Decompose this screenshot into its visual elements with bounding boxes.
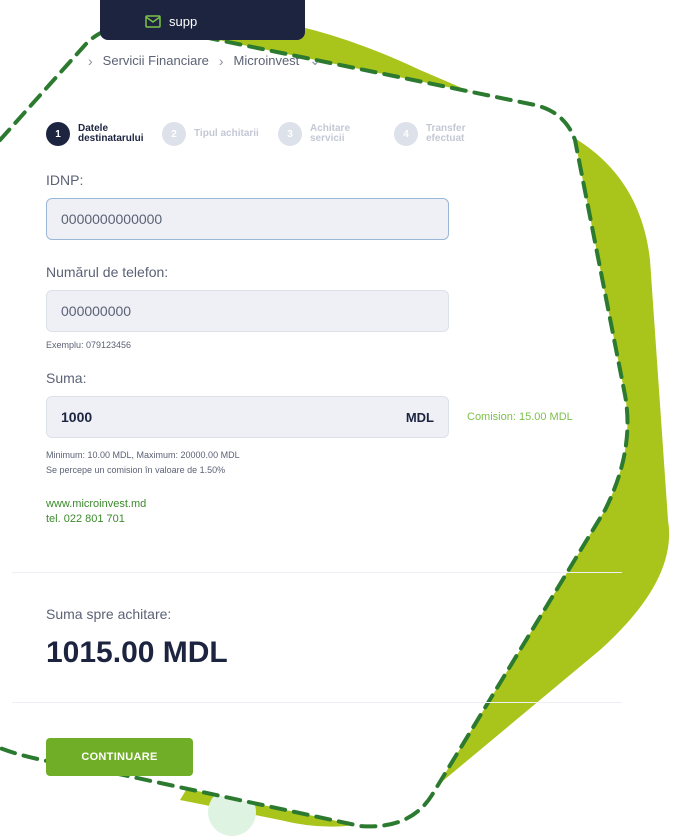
phone-value: 000000000: [61, 303, 132, 319]
step-service-payment: 3 Achitare servicii: [278, 122, 380, 146]
recipient-form: IDNP: 0000000000000 Numărul de telefon: …: [46, 172, 606, 527]
chevron-right-icon: ›: [218, 52, 224, 69]
amount-input[interactable]: 1000 MDL: [46, 396, 449, 438]
step-number: 1: [46, 122, 70, 146]
progress-steps: 1 Datele destinatarului 2 Tipul achitari…: [46, 122, 496, 146]
chevron-down-icon[interactable]: ⌄: [309, 52, 321, 69]
step-transfer-done: 4 Transfer efectuat: [394, 122, 496, 146]
commission-text: Comision: 15.00 MDL: [467, 411, 573, 423]
idnp-label: IDNP:: [46, 172, 84, 188]
step-payment-type: 2 Tipul achitarii: [162, 122, 264, 146]
step-recipient-data: 1 Datele destinatarului: [46, 122, 148, 146]
provider-website[interactable]: www.microinvest.md: [46, 497, 606, 512]
divider: [12, 572, 622, 573]
idnp-value: 0000000000000: [61, 211, 163, 227]
support-link[interactable]: supp: [145, 14, 197, 29]
breadcrumb-item-microinvest[interactable]: Microinvest: [234, 53, 300, 68]
total-value: 1015.00 MDL: [46, 636, 228, 669]
step-number: 4: [394, 122, 418, 146]
phone-hint: Exemplu: 079123456: [46, 340, 132, 350]
step-number: 2: [162, 122, 186, 146]
support-label: supp: [169, 14, 198, 29]
breadcrumb: › Servicii Financiare › Microinvest ⌄: [88, 52, 321, 69]
step-label: Transfer efectuat: [426, 123, 466, 144]
amount-label: Suma:: [46, 370, 87, 386]
phone-input[interactable]: 000000000: [46, 290, 449, 332]
amount-value: 1000: [61, 409, 93, 425]
step-number: 3: [278, 122, 302, 146]
provider-phone: tel. 022 801 701: [46, 513, 125, 525]
top-bar: [100, 0, 305, 40]
amount-limits: Minimum: 10.00 MDL, Maximum: 20000.00 MD…: [46, 450, 240, 460]
divider: [12, 702, 622, 703]
step-label: Datele destinatarului: [78, 123, 144, 144]
mail-icon: [145, 15, 161, 28]
commission-note: Se percepe un comision în valoare de 1.5…: [46, 465, 226, 475]
idnp-input[interactable]: 0000000000000: [46, 198, 449, 240]
continue-button[interactable]: CONTINUARE: [46, 738, 193, 776]
amount-currency: MDL: [405, 409, 434, 425]
step-label: Achitare servicii: [310, 123, 351, 144]
breadcrumb-item-financial-services[interactable]: Servicii Financiare: [103, 53, 209, 68]
phone-label: Numărul de telefon:: [46, 264, 169, 280]
total-label: Suma spre achitare:: [46, 606, 172, 622]
amount-row: 1000 MDL Comision: 15.00 MDL: [46, 396, 606, 438]
chevron-right-icon: ›: [88, 52, 93, 69]
step-label: Tipul achitarii: [194, 128, 259, 139]
